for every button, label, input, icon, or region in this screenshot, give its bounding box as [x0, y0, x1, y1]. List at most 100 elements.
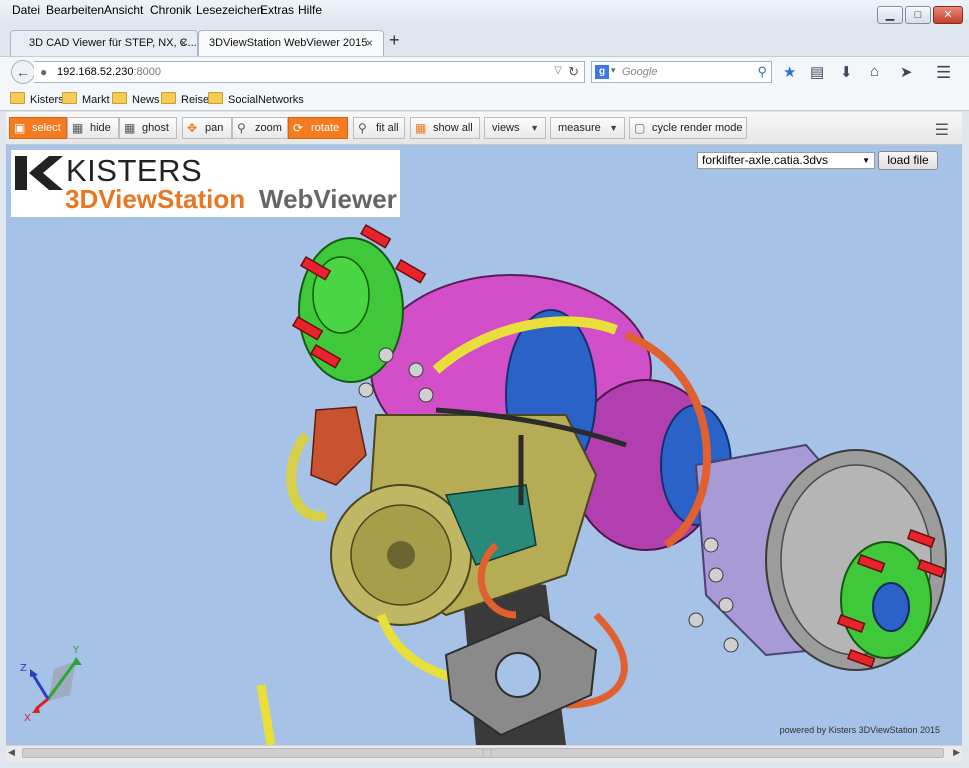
fit-all-label: fit all	[376, 122, 399, 134]
bookmark-news[interactable]: News	[112, 92, 160, 106]
zoom-label: zoom	[255, 122, 282, 134]
chevron-down-icon: ▼	[862, 156, 870, 165]
home-icon[interactable]: ⌂	[870, 63, 879, 80]
bookmark-reise[interactable]: Reise	[161, 92, 209, 106]
tab-close-icon[interactable]: ×	[366, 36, 373, 50]
bookmark-label: Markt	[82, 94, 110, 106]
rotate-label: rotate	[311, 122, 340, 134]
powered-by-text: powered by Kisters 3DViewStation 2015	[779, 725, 940, 735]
folder-icon	[112, 92, 127, 104]
fit-all-icon: ⚲	[358, 121, 367, 135]
cycle-render-mode-label: cycle render mode	[652, 122, 743, 134]
menu-datei[interactable]: Datei	[12, 3, 40, 17]
chevron-down-icon: ▼	[530, 123, 539, 133]
axis-x-label: X	[24, 713, 31, 723]
axis-y-label: Y	[72, 645, 80, 656]
kisters-logo: KISTERS 3DViewStation WebViewer	[11, 150, 400, 217]
bookmark-markt[interactable]: Markt	[62, 92, 110, 106]
menu-hamburger-icon[interactable]: ☰	[935, 120, 949, 140]
model-gasket-hole	[495, 652, 541, 698]
menu-chronik[interactable]: Chronik	[150, 3, 191, 17]
folder-icon	[10, 92, 25, 104]
tab-close-icon[interactable]: ×	[180, 36, 187, 50]
folder-icon	[208, 92, 223, 104]
search-icon[interactable]: ⚲	[757, 64, 767, 80]
scroll-grip-icon: ⋮⋮	[479, 749, 495, 758]
file-select[interactable]: forklifter-axle.catia.3dvs ▼	[697, 152, 875, 169]
menu-ansicht[interactable]: Ansicht	[104, 3, 143, 17]
ghost-button[interactable]: ▦ ghost	[119, 117, 177, 139]
reading-list-icon[interactable]: ▤	[810, 63, 824, 81]
bookmarks-bar: Kisters Markt News Reise SocialNetworks	[0, 88, 969, 111]
bookmark-label: News	[132, 94, 160, 106]
new-tab-button[interactable]: +	[389, 30, 400, 51]
menu-hilfe[interactable]: Hilfe	[298, 3, 322, 17]
url-text: 192.168.52.230:8000	[57, 66, 161, 78]
3d-viewport[interactable]: KISTERS 3DViewStation WebViewer forklift…	[6, 145, 962, 745]
menu-lesezeichen[interactable]: Lesezeichen	[196, 3, 263, 17]
minimize-button[interactable]: ▁	[877, 6, 903, 24]
bookmark-kisters[interactable]: Kisters	[10, 92, 64, 106]
logo-webviewer-text: WebViewer	[259, 184, 397, 214]
pan-button[interactable]: ✥ pan	[182, 117, 232, 139]
folder-icon	[62, 92, 77, 104]
menu-hamburger-icon[interactable]: ☰	[936, 63, 951, 83]
tab-title: 3DViewStation WebViewer 2015	[209, 37, 368, 49]
load-file-button[interactable]: load file	[878, 151, 938, 170]
download-icon[interactable]: ⬇	[840, 63, 853, 81]
pan-label: pan	[205, 122, 224, 134]
bookmark-star-icon[interactable]: ★	[783, 63, 796, 81]
tab-strip: 3D CAD Viewer für STEP, NX, C... × 3DVie…	[0, 28, 969, 56]
send-icon[interactable]: ➤	[900, 63, 913, 81]
menu-extras[interactable]: Extras	[260, 3, 294, 17]
views-label: views	[492, 122, 520, 134]
engine-dropdown-icon[interactable]: ▾	[611, 65, 616, 76]
measure-label: measure	[558, 122, 601, 134]
scrollbar-thumb[interactable]: ⋮⋮	[22, 748, 944, 758]
bookmark-socialnetworks[interactable]: SocialNetworks	[208, 92, 304, 106]
tab-3d-cad-viewer[interactable]: 3D CAD Viewer für STEP, NX, C... ×	[10, 30, 198, 56]
views-dropdown[interactable]: views ▼	[484, 117, 546, 139]
reload-icon[interactable]: ↻	[568, 64, 579, 80]
measure-dropdown[interactable]: measure ▼	[550, 117, 625, 139]
hide-icon: ▦	[72, 121, 84, 135]
hide-label: hide	[90, 122, 111, 134]
google-icon[interactable]: g	[595, 65, 609, 79]
cycle-render-mode-button[interactable]: ▢ cycle render mode	[629, 117, 747, 139]
model-blue-bearing-right	[872, 582, 910, 632]
maximize-button[interactable]: □	[905, 6, 931, 24]
show-all-label: show all	[433, 122, 473, 134]
url-host: 192.168.52.230	[57, 66, 134, 78]
history-dropdown-icon[interactable]: ▽	[554, 65, 562, 76]
scroll-left-arrow-icon[interactable]: ◀	[8, 747, 15, 758]
ghost-label: ghost	[142, 122, 169, 134]
bookmark-label: Kisters	[30, 94, 64, 106]
rotate-icon: ⟳	[293, 121, 304, 135]
close-window-button[interactable]: ✕	[933, 6, 963, 24]
tab-3dviewstation[interactable]: 3DViewStation WebViewer 2015 ×	[198, 30, 384, 56]
axis-z-label: Z	[20, 663, 27, 674]
bookmark-label: Reise	[181, 94, 210, 106]
zoom-button[interactable]: ⚲ zoom	[232, 117, 288, 139]
show-all-button[interactable]: ▦ show all	[410, 117, 480, 139]
horizontal-scrollbar[interactable]: ◀ ⋮⋮ ▶	[6, 745, 962, 761]
back-arrow-icon[interactable]: ←	[11, 60, 35, 84]
forklift-axle-model[interactable]	[6, 145, 962, 745]
model-red-bracket	[310, 406, 367, 486]
rotate-button[interactable]: ⟳ rotate	[288, 117, 348, 139]
fit-all-button[interactable]: ⚲ fit all	[353, 117, 405, 139]
model-yellow-hose-lower-left	[256, 684, 276, 745]
kisters-k-icon	[15, 156, 63, 190]
show-all-icon: ▦	[415, 121, 427, 135]
menu-bearbeiten[interactable]: Bearbeiten	[46, 3, 104, 17]
search-placeholder: Google	[622, 66, 658, 78]
search-bar[interactable]: g ▾ Google ⚲	[591, 61, 772, 83]
tab-title: 3D CAD Viewer für STEP, NX, C...	[29, 37, 197, 49]
window-controls: ▁ □ ✕	[877, 6, 963, 24]
cube-icon: ▢	[634, 121, 646, 135]
select-button[interactable]: ▣ select	[9, 117, 67, 139]
model-olive-pump-hub	[387, 541, 415, 569]
url-bar[interactable]: ● 192.168.52.230:8000 ▽ ↻	[34, 61, 585, 83]
hide-button[interactable]: ▦ hide	[67, 117, 119, 139]
scroll-right-arrow-icon[interactable]: ▶	[953, 747, 960, 758]
